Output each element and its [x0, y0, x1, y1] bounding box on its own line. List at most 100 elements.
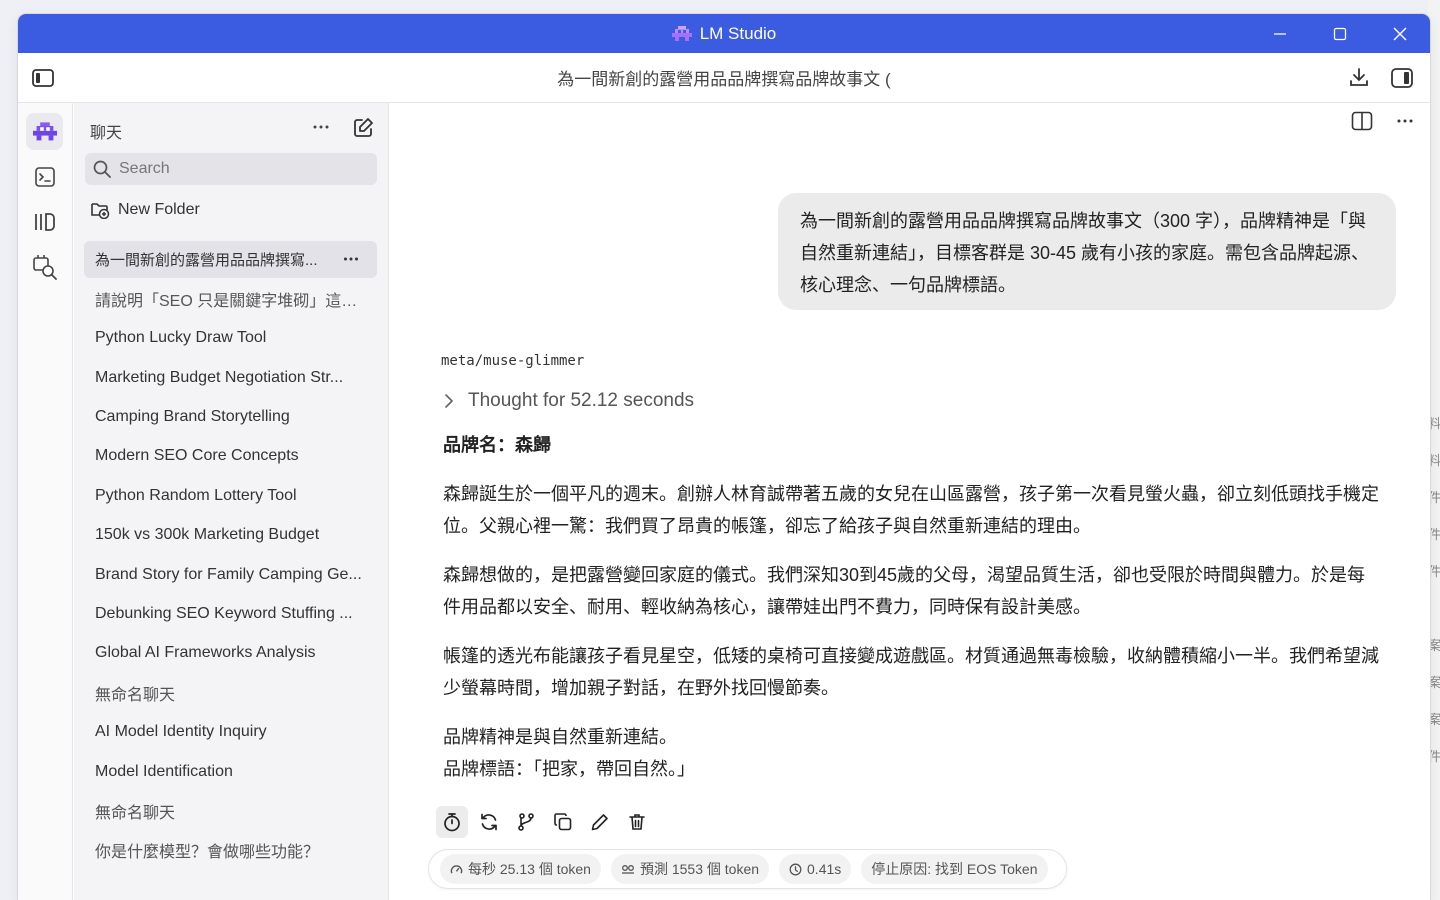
chat-item-title: 無命名聊天 [95, 804, 176, 822]
message-actions [436, 806, 653, 838]
time-to-first-token-value: 0.41s [807, 861, 842, 877]
chat-item-title: Model Identification [95, 762, 233, 780]
tokens-per-second-value: 每秒 25.13 個 token [468, 861, 591, 877]
chat-toolbar: 為一間新創的露營用品品牌撰寫品牌故事文 ( [18, 53, 1430, 103]
library-icon [33, 211, 57, 233]
split-view-icon[interactable] [1351, 111, 1373, 131]
lm-studio-logo-icon [671, 25, 692, 42]
chat-list-item[interactable]: Brand Story for Family Camping Ge... [84, 556, 377, 593]
response-paragraph: 品牌精神是與自然重新連結。 品牌標語：「把家，帶回自然。」 [443, 727, 695, 779]
stopwatch-icon [442, 812, 462, 832]
chat-list-item[interactable]: 為一間新創的露營用品品牌撰寫... [84, 241, 377, 278]
chat-list-item[interactable]: Modern SEO Core Concepts [84, 438, 377, 475]
rail-discover-button[interactable] [26, 248, 63, 285]
chat-item-title: Camping Brand Storytelling [95, 408, 290, 426]
maximize-button[interactable] [1310, 14, 1370, 53]
thought-toggle[interactable]: Thought for 52.12 seconds [444, 390, 694, 412]
chat-item-title: 請說明「SEO 只是關鍵字堆砌」這個... [95, 292, 367, 310]
chat-list-item[interactable]: Model Identification [84, 753, 377, 790]
chat-list-item[interactable]: Camping Brand Storytelling [84, 399, 377, 436]
download-icon[interactable] [1347, 66, 1371, 90]
tokens-icon [621, 863, 635, 875]
chevron-right-icon [444, 393, 454, 409]
time-to-first-token-stat: 0.41s [779, 854, 852, 884]
rail-developer-button[interactable] [26, 158, 63, 195]
brand-name-heading: 品牌名：森歸 [443, 435, 551, 455]
stats-toggle-button[interactable] [436, 806, 468, 838]
chat-item-title: Brand Story for Family Camping Ge... [95, 565, 362, 583]
refresh-icon [479, 812, 499, 832]
title-bar: LM Studio [18, 14, 1430, 53]
chat-item-title: 150k vs 300k Marketing Budget [95, 526, 320, 544]
chat-title: 為一間新創的露營用品品牌撰寫品牌故事文 ( [557, 70, 891, 89]
pencil-icon [590, 812, 610, 832]
chat-item-more-icon[interactable] [343, 249, 359, 269]
chat-list-item[interactable]: Python Random Lottery Tool [84, 477, 377, 514]
chat-item-title: Marketing Budget Negotiation Str... [95, 368, 344, 386]
thought-label: Thought for 52.12 seconds [468, 390, 695, 411]
chat-item-title: Python Random Lottery Tool [95, 486, 297, 504]
copy-button[interactable] [547, 806, 579, 838]
new-folder-label: New Folder [118, 201, 200, 218]
new-folder-icon [90, 201, 110, 219]
branch-icon [516, 812, 536, 832]
chat-list-item[interactable]: Global AI Frameworks Analysis [84, 635, 377, 672]
response-paragraph: 森歸誕生於一個平凡的週末。創辦人林育誠帶著五歲的女兒在山區露營，孩子第一次看見螢… [443, 484, 1379, 536]
chat-list-item[interactable]: 150k vs 300k Marketing Budget [84, 517, 377, 554]
edit-button[interactable] [584, 806, 616, 838]
regenerate-button[interactable] [473, 806, 505, 838]
chat-list-item[interactable]: 無命名聊天 [84, 792, 377, 829]
chat-item-title: Python Lucky Draw Tool [95, 329, 267, 347]
discover-search-icon [32, 254, 58, 280]
generation-stats: 每秒 25.13 個 token 預測 1553 個 token 0.41s 停… [428, 849, 1067, 889]
conversation-panel: 為一間新創的露營用品品牌撰寫品牌故事文（300 字），品牌精神是「與自然重新連結… [390, 103, 1430, 900]
predicted-tokens-stat: 預測 1553 個 token [610, 854, 770, 884]
chat-item-title: Debunking SEO Keyword Stuffing ... [95, 605, 353, 623]
clock-icon [789, 863, 802, 876]
chat-list-item[interactable]: 請說明「SEO 只是關鍵字堆砌」這個... [84, 280, 377, 317]
app-window: LM Studio 為一間新創的露營用品品牌撰寫品牌故事文 (聊天 Searc… [18, 14, 1430, 900]
chat-item-title: 你是什麼模型？會做哪些功能？ [95, 844, 320, 862]
search-input[interactable] [119, 160, 359, 178]
model-name-label: meta/muse-glimmer [441, 353, 585, 369]
new-folder-button[interactable]: New Folder [90, 201, 200, 219]
chat-item-title: AI Model Identity Inquiry [95, 723, 267, 741]
chat-list: 為一間新創的露營用品品牌撰寫... 請說明「SEO 只是關鍵字堆砌」這個... … [84, 241, 377, 871]
chat-list-item[interactable]: 你是什麼模型？會做哪些功能？ [84, 832, 377, 869]
chat-list-item[interactable]: AI Model Identity Inquiry [84, 714, 377, 751]
rail-models-button[interactable] [26, 203, 63, 240]
rail-chat-button[interactable] [26, 113, 63, 150]
close-button[interactable] [1370, 14, 1430, 53]
chat-list-item[interactable]: Python Lucky Draw Tool [84, 320, 377, 357]
new-chat-icon[interactable] [352, 117, 374, 139]
window-title: LM Studio [699, 23, 777, 43]
conversation-more-icon[interactable] [1396, 111, 1414, 131]
stop-reason-stat: 停止原因: 找到 EOS Token [861, 854, 1048, 884]
sidebar-more-icon[interactable] [312, 117, 330, 137]
copy-icon [553, 812, 573, 832]
minimize-button[interactable] [1250, 14, 1310, 53]
chat-list-item[interactable]: Debunking SEO Keyword Stuffing ... [84, 596, 377, 633]
terminal-icon [34, 166, 56, 188]
trash-icon [627, 812, 647, 832]
delete-button[interactable] [621, 806, 653, 838]
toggle-right-panel-icon[interactable] [1390, 66, 1414, 90]
sidebar-title: 聊天 [90, 125, 123, 142]
search-box[interactable] [85, 153, 377, 185]
chat-list-item[interactable]: 無命名聊天 [84, 674, 377, 711]
stop-reason-value: 停止原因: 找到 EOS Token [871, 861, 1038, 877]
branch-button[interactable] [510, 806, 542, 838]
assistant-response: 品牌名：森歸 森歸誕生於一個平凡的週末。創辦人林育誠帶著五歲的女兒在山區露營，孩… [443, 431, 1383, 802]
user-message-bubble: 為一間新創的露營用品品牌撰寫品牌故事文（300 字），品牌精神是「與自然重新連結… [778, 193, 1396, 310]
chat-list-item[interactable]: Marketing Budget Negotiation Str... [84, 359, 377, 396]
chats-sidebar: 聊天 New Folder 為一間新創的露營用品品牌撰寫... [74, 103, 389, 900]
navigation-rail [18, 103, 73, 900]
tokens-per-second-stat: 每秒 25.13 個 token [440, 854, 601, 884]
predicted-tokens-value: 預測 1553 個 token [639, 861, 760, 877]
lm-studio-logo-icon [32, 121, 57, 142]
search-icon [93, 160, 111, 178]
gauge-icon [450, 863, 463, 876]
response-paragraph: 帳篷的透光布能讓孩子看見星空，低矮的桌椅可直接變成遊戲區。材質通過無毒檢驗，收納… [443, 646, 1379, 698]
chat-item-title: 為一間新創的露營用品品牌撰寫... [95, 252, 318, 269]
chat-item-title: 無命名聊天 [95, 686, 176, 704]
